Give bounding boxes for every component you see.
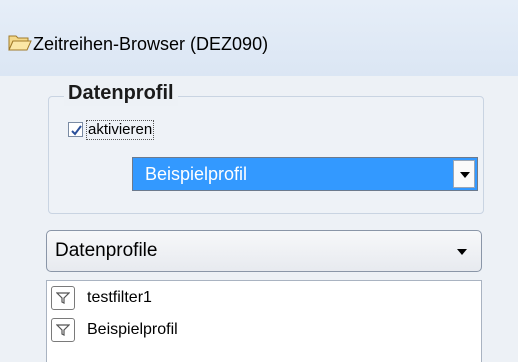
profile-select[interactable]: Beispielprofil: [132, 157, 478, 191]
filter-icon: [51, 318, 75, 342]
activate-checkbox[interactable]: [68, 122, 83, 137]
list-item[interactable]: Beispielprofil: [47, 315, 481, 345]
filter-list: testfilter1 Beispielprofil: [46, 280, 482, 362]
chevron-down-icon: [460, 172, 470, 178]
datenprofil-group: [48, 96, 484, 214]
filter-icon: [51, 286, 75, 310]
profile-select-value: Beispielprofil: [145, 164, 248, 184]
profiles-dropdown-label: Datenprofile: [55, 240, 158, 261]
window-titlebar: Zeitreihen-Browser (DEZ090): [0, 0, 518, 76]
list-item[interactable]: testfilter1: [47, 283, 481, 313]
list-item-label: testfilter1: [87, 289, 152, 306]
list-item-label: Beispielprofil: [87, 321, 178, 338]
checkmark-icon: [71, 125, 82, 136]
profile-select-dropdown-button[interactable]: [453, 160, 475, 188]
activate-checkbox-label[interactable]: aktivieren: [86, 120, 155, 140]
chevron-down-icon: [457, 249, 467, 255]
folder-open-icon: [8, 33, 32, 53]
profiles-dropdown[interactable]: Datenprofile: [46, 230, 482, 272]
window-title: Zeitreihen-Browser (DEZ090): [33, 34, 269, 54]
datenprofil-legend: Datenprofil: [64, 80, 178, 106]
